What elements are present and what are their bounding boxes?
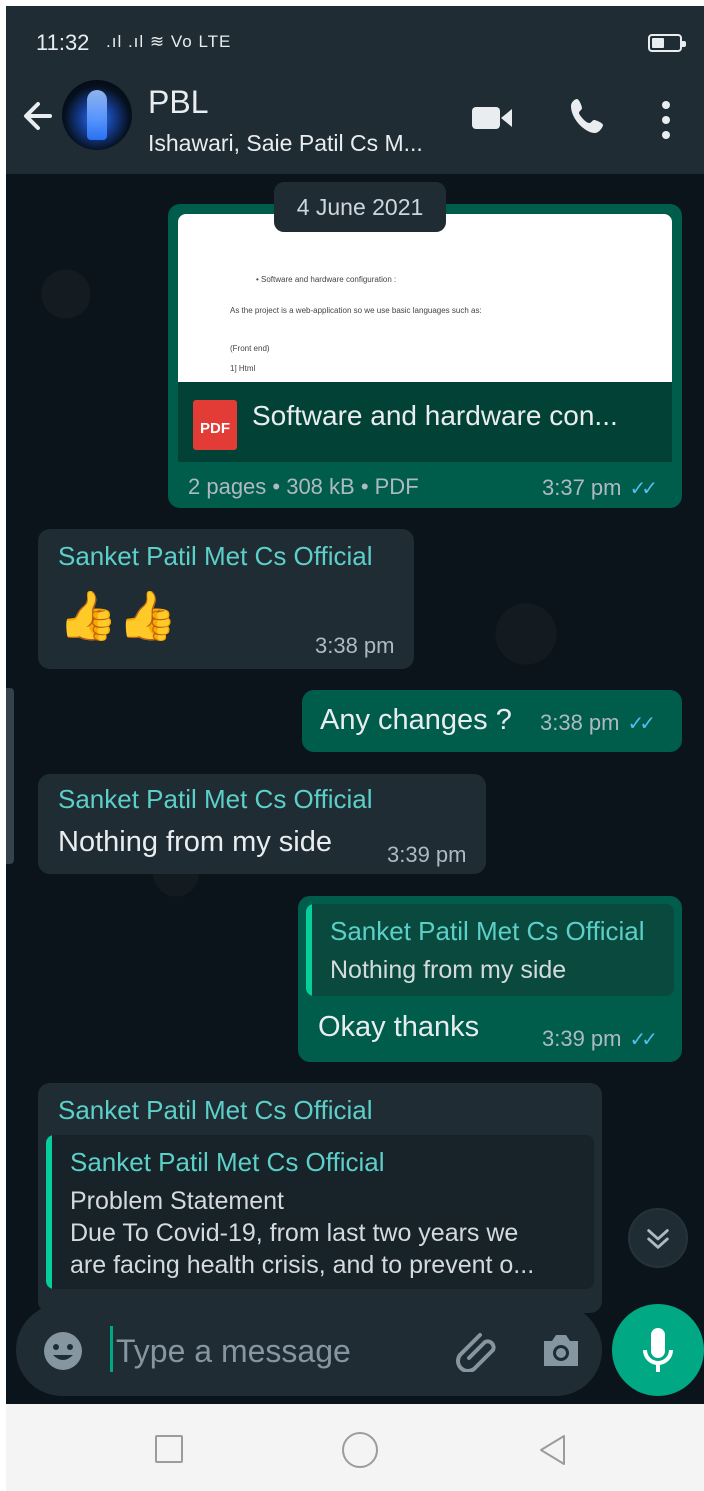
microphone-icon (643, 1328, 673, 1372)
date-chip: 4 June 2021 (274, 182, 446, 232)
document-meta: 2 pages • 308 kB • PDF (188, 474, 419, 499)
phone-screen: 11:32 .ıl .ıl ≋ Vo LTE PBL Ishawari, Sai… (6, 6, 704, 1491)
preview-line: (Front end) (230, 344, 270, 353)
message-list[interactable]: • Software and hardware configuration : … (6, 174, 704, 1408)
sender-name[interactable]: Sanket Patil Met Cs Official (58, 1095, 373, 1126)
preview-line: As the project is a web-application so w… (230, 306, 482, 315)
preview-line: 1] Html (230, 364, 256, 373)
message-time: 3:39 pm ✓✓ (542, 1026, 658, 1051)
status-time: 11:32 (36, 30, 90, 55)
outgoing-reply-message[interactable]: Sanket Patil Met Cs Official Nothing fro… (298, 896, 682, 1062)
quoted-text-line: Problem Statement (70, 1187, 284, 1215)
document-title: Software and hardware con... (252, 400, 618, 431)
more-vertical-icon[interactable] (656, 100, 676, 140)
message-text: 👍👍 (58, 590, 178, 643)
battery-icon (648, 34, 686, 52)
quoted-sender: Sanket Patil Met Cs Official (70, 1147, 385, 1177)
message-text: Any changes ? (320, 704, 512, 736)
chat-title[interactable]: PBL (148, 84, 208, 121)
incoming-message[interactable]: Sanket Patil Met Cs Official Nothing fro… (38, 774, 486, 874)
status-bar: 11:32 .ıl .ıl ≋ Vo LTE (6, 6, 704, 60)
read-ticks-icon: ✓✓ (629, 478, 658, 500)
android-navigation-bar (6, 1404, 704, 1491)
read-ticks-icon: ✓✓ (629, 1029, 658, 1051)
message-text: Nothing from my side (58, 826, 332, 858)
edge-panel-handle[interactable] (6, 688, 14, 864)
message-time: 3:39 pm (387, 842, 467, 867)
phone-icon[interactable] (568, 96, 608, 136)
message-composer (16, 1304, 602, 1396)
message-time: 3:38 pm (315, 633, 395, 658)
document-preview[interactable]: • Software and hardware configuration : … (178, 214, 672, 382)
sender-name[interactable]: Sanket Patil Met Cs Official (58, 541, 373, 572)
quoted-text: Nothing from my side (330, 956, 567, 984)
back-arrow-icon[interactable] (20, 96, 56, 136)
text-cursor (110, 1326, 113, 1372)
quoted-message[interactable]: Sanket Patil Met Cs Official Problem Sta… (46, 1135, 594, 1289)
video-call-icon[interactable] (470, 98, 514, 138)
network-indicators: .ıl .ıl ≋ Vo LTE (106, 32, 232, 51)
outgoing-message[interactable]: Any changes ? 3:38 pm ✓✓ (302, 690, 682, 752)
document-message[interactable]: • Software and hardware configuration : … (168, 204, 682, 508)
incoming-reply-message[interactable]: Sanket Patil Met Cs Official Sanket Pati… (38, 1083, 602, 1313)
quoted-text-line: Due To Covid-19, from last two years we (70, 1219, 519, 1247)
voice-message-button[interactable] (612, 1304, 704, 1396)
participants-subtitle[interactable]: Ishawari, Saie Patil Cs M... (148, 130, 448, 157)
attachment-icon[interactable] (454, 1328, 498, 1372)
message-text: Okay thanks (318, 1011, 480, 1043)
group-avatar[interactable] (62, 80, 132, 150)
message-time: 3:37 pm ✓✓ (542, 475, 658, 500)
quoted-sender: Sanket Patil Met Cs Official (330, 916, 645, 946)
quoted-message[interactable]: Sanket Patil Met Cs Official Nothing fro… (306, 904, 674, 996)
incoming-message[interactable]: Sanket Patil Met Cs Official 👍👍 3:38 pm (38, 529, 414, 669)
chat-header: PBL Ishawari, Saie Patil Cs M... (6, 60, 704, 174)
message-input[interactable] (116, 1326, 446, 1376)
nav-back-icon[interactable] (536, 1432, 570, 1468)
pdf-icon: PDF (193, 400, 237, 450)
preview-line: • Software and hardware configuration : (256, 275, 397, 284)
home-icon[interactable] (342, 1432, 378, 1468)
document-footer[interactable]: PDF Software and hardware con... (178, 382, 672, 462)
sender-name[interactable]: Sanket Patil Met Cs Official (58, 784, 373, 815)
quoted-text-line: are facing health crisis, and to prevent… (70, 1251, 535, 1279)
scroll-down-button[interactable] (628, 1208, 688, 1268)
message-time: 3:38 pm ✓✓ (540, 710, 656, 735)
read-ticks-icon: ✓✓ (627, 713, 656, 735)
camera-icon[interactable] (540, 1330, 582, 1370)
scroll-down-icon (647, 1229, 669, 1249)
recent-apps-icon[interactable] (155, 1435, 183, 1463)
emoji-icon[interactable] (42, 1330, 84, 1372)
